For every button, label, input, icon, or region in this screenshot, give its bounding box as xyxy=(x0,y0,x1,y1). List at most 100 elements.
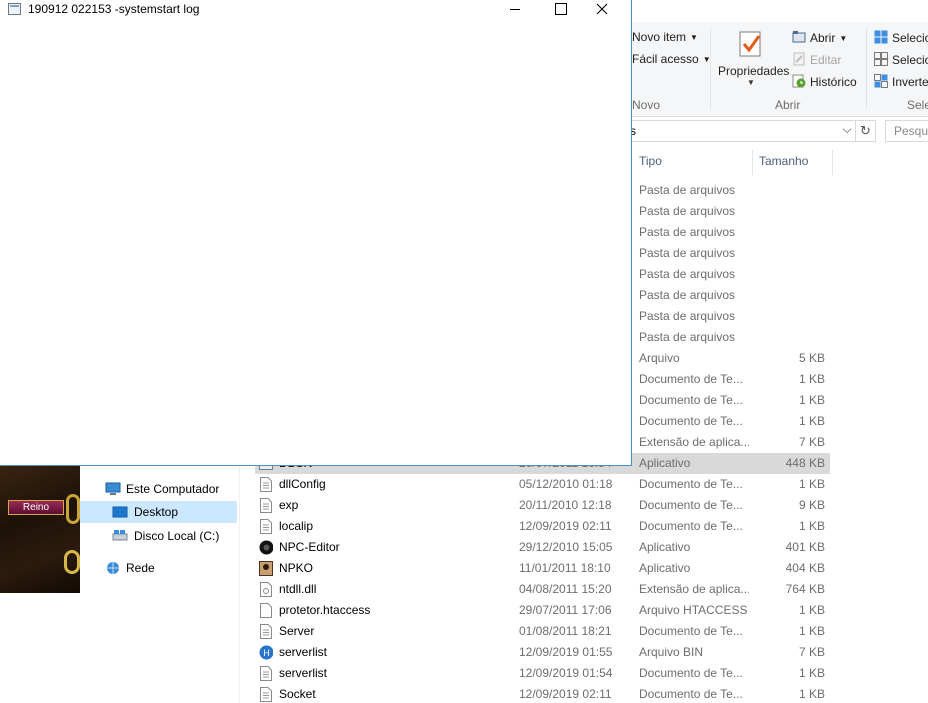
file-size: 401 KB xyxy=(785,540,825,554)
column-separator[interactable] xyxy=(752,150,753,175)
column-header-size[interactable]: Tamanho xyxy=(759,154,808,168)
invert-selection-label: Inverte xyxy=(892,75,928,89)
file-date: 01/08/2011 18:21 xyxy=(519,624,612,638)
file-name: serverlist xyxy=(279,645,328,659)
window-title: 190912 022153 -systemstart log xyxy=(28,2,200,16)
file-type: Documento de Te... xyxy=(639,393,743,407)
column-separator[interactable] xyxy=(832,150,833,175)
select-all-icon xyxy=(874,30,888,44)
select-all-button[interactable]: Selecio xyxy=(874,30,928,45)
search-placeholder: Pesqui xyxy=(894,124,928,138)
desktop-icon xyxy=(112,506,128,518)
text-file-icon xyxy=(260,624,272,639)
table-row[interactable]: exp 20/11/2010 12:18 Documento de Te... 9 K… xyxy=(255,495,830,516)
table-row[interactable]: Hserverlist 12/09/2019 01:55 Arquivo BIN 7 … xyxy=(255,642,830,663)
file-type: Pasta de arquivos xyxy=(639,288,736,302)
file-type: Documento de Te... xyxy=(639,624,743,638)
search-input[interactable]: Pesqui xyxy=(885,120,928,142)
nav-label: Disco Local (C:) xyxy=(134,529,220,543)
edit-button[interactable]: Editar xyxy=(792,52,841,67)
close-button[interactable] xyxy=(585,0,631,19)
table-row[interactable]: Server 01/08/2011 18:21 Documento de Te...… xyxy=(255,621,830,642)
history-icon xyxy=(792,74,806,88)
table-row[interactable]: ntdll.dll 04/08/2011 15:20 Extensão de apl… xyxy=(255,579,830,600)
file-date: 05/12/2010 01:18 xyxy=(519,477,613,491)
file-date: 12/09/2019 02:11 xyxy=(519,519,612,533)
svg-text:H: H xyxy=(263,648,270,658)
nav-item-network[interactable]: Rede xyxy=(80,557,240,579)
text-file-icon xyxy=(260,519,272,534)
file-size: 1 KB xyxy=(798,666,825,680)
file-size: 9 KB xyxy=(798,498,825,512)
nav-item-desktop[interactable]: Desktop xyxy=(80,501,237,523)
file-size: 1 KB xyxy=(798,687,825,701)
file-type: Documento de Te... xyxy=(639,498,743,512)
ribbon-separator xyxy=(710,28,711,110)
desktop-screen: Novo item ▼ Fácil acesso ▼ Novo Propriedad… xyxy=(0,0,928,703)
new-group-label: Novo xyxy=(632,98,661,112)
text-file-icon xyxy=(260,498,272,513)
file-type: Documento de Te... xyxy=(639,519,743,533)
chevron-down-icon: ▼ xyxy=(747,78,755,87)
file-type: Documento de Te... xyxy=(639,477,743,491)
select-none-label: Selecio xyxy=(892,53,928,67)
edit-label: Editar xyxy=(810,53,842,67)
table-row[interactable]: localip 12/09/2019 02:11 Documento de Te..… xyxy=(255,516,830,537)
select-all-label: Selecio xyxy=(892,31,928,45)
file-type: Documento de Te... xyxy=(639,666,743,680)
history-button[interactable]: Histórico xyxy=(792,74,857,89)
app-globe-icon xyxy=(259,540,273,555)
file-date: 29/07/2011 17:06 xyxy=(519,603,612,617)
chevron-down-icon[interactable]: ⌵ xyxy=(839,122,855,138)
column-header-type[interactable]: Tipo xyxy=(639,154,662,168)
file-type: Pasta de arquivos xyxy=(639,183,736,197)
maximize-button[interactable] xyxy=(543,0,589,19)
minimize-button[interactable] xyxy=(497,0,543,19)
game-realm-button: Reino xyxy=(8,500,64,515)
file-name: NPC-Editor xyxy=(279,540,340,554)
select-group-label: Sele xyxy=(907,98,928,112)
open-button[interactable]: Abrir ▼ xyxy=(792,30,847,45)
dll-file-icon xyxy=(260,582,272,597)
table-row[interactable]: serverlist 12/09/2019 01:54 Documento de T… xyxy=(255,663,830,684)
file-type: Arquivo HTACCESS xyxy=(639,603,748,617)
file-date: 20/11/2010 12:18 xyxy=(519,498,612,512)
network-icon xyxy=(107,562,119,574)
file-size: 448 KB xyxy=(785,456,825,470)
file-size: 1 KB xyxy=(798,519,825,533)
table-row[interactable]: Socket 12/09/2019 02:11 Documento de Te...… xyxy=(255,684,830,703)
file-type: Pasta de arquivos xyxy=(639,246,736,260)
app-portrait-icon xyxy=(259,561,273,576)
table-row[interactable]: dllConfig 05/12/2010 01:18 Documento de Te… xyxy=(255,474,830,495)
title-bar[interactable]: 190912 022153 -systemstart log xyxy=(0,0,631,19)
navigation-pane: Este Computador Desktop Disco Local (C:)… xyxy=(80,466,240,703)
table-row[interactable]: NPC-Editor 29/12/2010 15:05 Aplicativo 401 … xyxy=(255,537,830,558)
invert-selection-button[interactable]: Inverte xyxy=(874,74,928,89)
nav-item-this-pc[interactable]: Este Computador xyxy=(80,478,240,500)
file-date: 12/09/2019 01:54 xyxy=(519,666,613,680)
file-size: 1 KB xyxy=(798,393,825,407)
text-editor-area[interactable] xyxy=(0,19,631,465)
file-type: Arquivo xyxy=(639,351,680,365)
file-name: dllConfig xyxy=(279,477,326,491)
chevron-down-icon: ▼ xyxy=(839,34,848,43)
file-type: Documento de Te... xyxy=(639,372,743,386)
easy-access-label: Fácil acesso xyxy=(632,52,699,66)
gold-ornament xyxy=(64,550,80,574)
address-bar[interactable] xyxy=(600,120,856,142)
file-type: Pasta de arquivos xyxy=(639,309,736,323)
properties-button[interactable]: Propriedades ▼ xyxy=(714,28,789,90)
select-none-button[interactable]: Selecio xyxy=(874,52,928,67)
table-row[interactable]: NPKO 11/01/2011 18:10 Aplicativo 404 KB xyxy=(255,558,830,579)
text-file-icon xyxy=(260,477,272,492)
nav-item-local-disk[interactable]: Disco Local (C:) xyxy=(80,525,240,547)
easy-access-button[interactable]: Fácil acesso ▼ xyxy=(632,52,711,66)
refresh-button[interactable]: ↻ xyxy=(856,120,876,142)
file-size: 404 KB xyxy=(785,561,825,575)
properties-icon xyxy=(739,31,761,57)
table-row[interactable]: protetor.htaccess 29/07/2011 17:06 Arquivo… xyxy=(255,600,830,621)
file-name: Server xyxy=(279,624,315,638)
new-item-button[interactable]: Novo item ▼ xyxy=(632,30,698,44)
file-size: 1 KB xyxy=(798,624,825,638)
invert-selection-icon xyxy=(874,74,888,88)
